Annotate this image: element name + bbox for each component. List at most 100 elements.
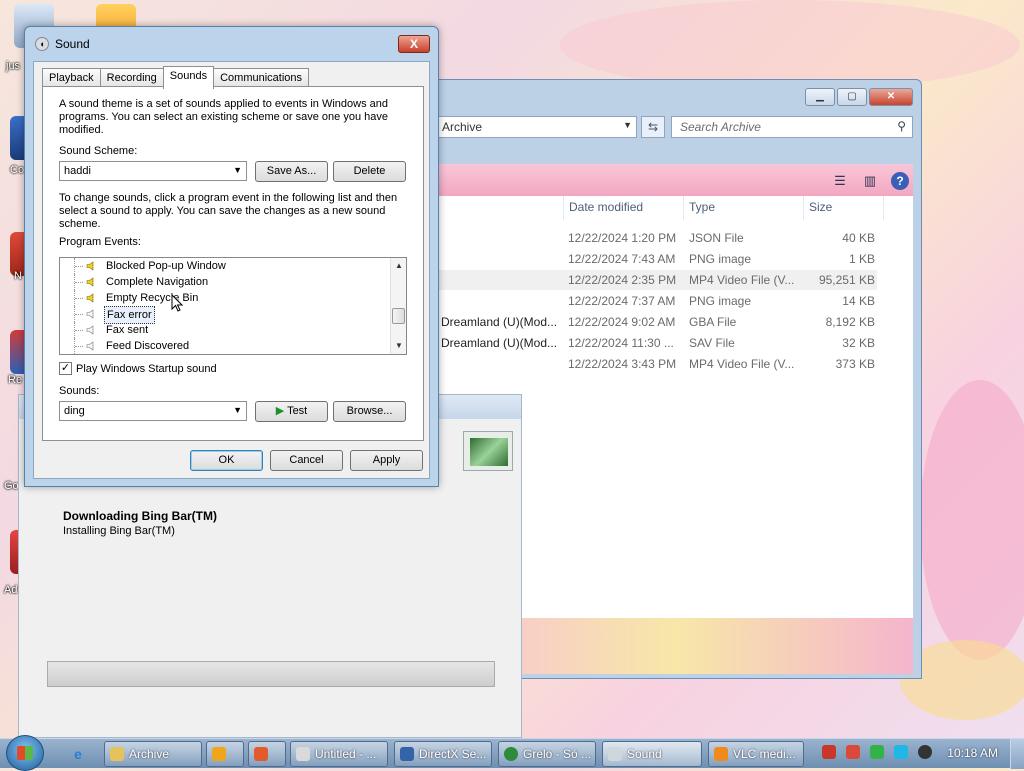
list-item[interactable]: Feed Discovered [60,338,392,354]
file-size: 32 KB [842,336,875,350]
start-button[interactable] [6,735,44,771]
tab-recording[interactable]: Recording [99,68,164,88]
taskbar-item-untitled[interactable]: Untitled - ... [290,741,388,767]
clock[interactable]: 10:18 AM [947,746,998,760]
table-row[interactable]: 12/22/2024 2:35 PM MP4 Video File (V... … [437,270,877,290]
search-placeholder: Search Archive [680,120,761,134]
table-row[interactable]: 12/22/2024 3:43 PM MP4 Video File (V... … [437,354,877,374]
cancel-button[interactable]: Cancel [270,450,343,471]
taskbar-item-label: Sound [627,747,662,761]
wallpaper-pony-art [920,380,1024,660]
startup-sound-checkbox[interactable]: ✓ [59,362,72,375]
file-size: 373 KB [835,357,875,371]
mouse-cursor-icon [171,294,183,312]
refresh-icon[interactable]: ⇆ [641,116,665,138]
file-type: JSON File [689,231,744,245]
startup-sound-label[interactable]: Play Windows Startup sound [76,363,217,376]
file-size: 95,251 KB [818,273,875,287]
speaker-icon: ◖ [35,37,49,51]
speaker-off-icon [86,309,94,319]
scrollbar[interactable]: ▲ ▼ [390,258,406,354]
ok-button[interactable]: OK [190,450,263,471]
table-row[interactable]: 12/22/2024 7:37 AM PNG image 14 KB [437,291,877,311]
tab-sounds[interactable]: Sounds [162,66,215,89]
close-button[interactable]: ✕ [869,88,913,106]
preview-pane-icon[interactable]: ▥ [861,173,879,189]
close-button[interactable]: X [398,35,430,53]
column-header-size[interactable]: Size [809,200,832,214]
table-row[interactable]: Dreamland (U)(Mod... 12/22/2024 9:02 AM … [437,312,877,332]
file-type: PNG image [689,252,752,266]
taskbar-item-media[interactable] [206,741,244,767]
sound-select[interactable]: ding ▼ [59,401,247,421]
speaker-on-icon [86,261,94,271]
sound-scheme-select[interactable]: haddi ▼ [59,161,247,181]
taskbar-item-sound[interactable]: Sound [602,741,702,767]
table-row[interactable]: Dreamland (U)(Mod... 12/22/2024 11:30 ..… [437,333,877,353]
scrollbar-thumb[interactable] [392,308,405,324]
delete-button[interactable]: Delete [333,161,406,182]
save-as-button[interactable]: Save As... [255,161,328,182]
taskbar-item-label: Archive [129,747,170,761]
address-bar[interactable]: Archive ▼ [437,116,637,138]
column-header-date[interactable]: Date modified [569,200,643,214]
sounds-label: Sounds: [59,385,100,397]
scheme-value: haddi [64,165,91,177]
apply-button[interactable]: Apply [350,450,423,471]
speaker-icon [608,747,622,761]
list-item[interactable]: Complete Navigation [60,274,392,290]
list-item[interactable]: Empty Recycle Bin [60,290,392,306]
taskbar-item-app[interactable] [248,741,286,767]
internet-explorer-icon[interactable]: e [68,744,88,764]
minimize-button[interactable]: ▁ [805,88,835,106]
tab-communications[interactable]: Communications [213,68,310,88]
file-type: MP4 Video File (V... [689,273,795,287]
file-date: 12/22/2024 2:35 PM [568,273,677,287]
list-item[interactable]: Fax sent [60,322,392,338]
show-desktop-button[interactable] [1010,739,1024,769]
browse-button[interactable]: Browse... [333,401,406,422]
tray-icon[interactable] [822,745,836,759]
dialog-body: Playback Recording Sounds Communications… [33,61,430,479]
monitor-icon[interactable] [894,745,908,759]
table-row[interactable]: 12/22/2024 1:20 PM JSON File 40 KB [437,228,877,248]
chevron-down-icon: ▼ [233,165,242,175]
taskbar-item-archive[interactable]: Archive [104,741,202,767]
file-size: 1 KB [848,252,875,266]
directx-icon [400,747,414,761]
tray-icon[interactable] [846,745,860,759]
test-button[interactable]: ▶ Test [255,401,328,422]
file-type: SAV File [689,336,735,350]
taskbar-item-grelo[interactable]: Grelo - Só ... [498,741,596,767]
paint-icon [296,747,310,761]
view-options-icon[interactable]: ☰ [831,173,849,189]
list-item-selected[interactable]: Fax error [60,306,392,324]
file-name: Dreamland (U)(Mod... [441,315,558,329]
desktop-icon-label: Go [4,480,19,492]
chevron-down-icon[interactable]: ▼ [623,120,632,130]
file-type: MP4 Video File (V... [689,357,795,371]
search-icon[interactable]: ⚲ [897,119,906,133]
tree-line [74,290,84,306]
search-input[interactable]: Search Archive ⚲ [671,116,913,138]
tree-line [74,274,84,290]
network-icon[interactable] [870,745,884,759]
taskbar-item-vlc[interactable]: VLC medi... [708,741,804,767]
file-date: 12/22/2024 7:37 AM [568,294,676,308]
taskbar-item-directx[interactable]: DirectX Se... [394,741,492,767]
intro-text: A sound theme is a set of sounds applied… [59,98,388,136]
table-row[interactable]: 12/22/2024 7:43 AM PNG image 1 KB [437,249,877,269]
event-label: Blocked Pop-up Window [106,260,226,272]
tab-playback[interactable]: Playback [42,68,101,88]
speaker-off-icon [86,341,94,351]
scroll-down-icon[interactable]: ▼ [391,338,406,354]
scroll-up-icon[interactable]: ▲ [391,258,406,274]
maximize-button[interactable]: ▢ [837,88,867,106]
sound-dialog: ◖ Sound X Playback Recording Sounds Comm… [24,26,439,487]
volume-icon[interactable] [918,745,932,759]
help-icon[interactable]: ? [891,172,909,190]
program-events-list[interactable]: Blocked Pop-up Window Complete Navigatio… [59,257,407,355]
chevron-down-icon: ▼ [233,405,242,415]
column-header-type[interactable]: Type [689,200,715,214]
list-item[interactable]: Blocked Pop-up Window [60,258,392,274]
